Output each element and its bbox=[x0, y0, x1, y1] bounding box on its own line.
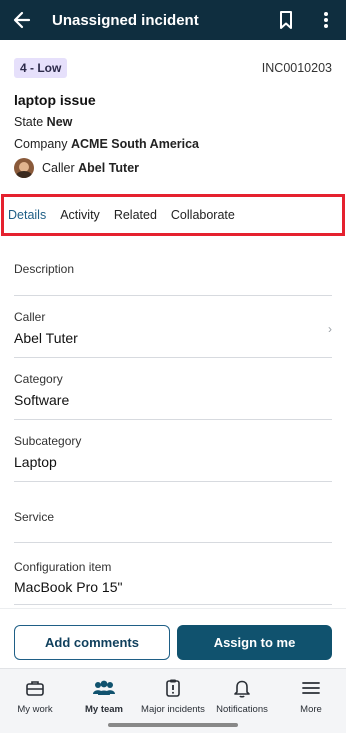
priority-badge: 4 - Low bbox=[14, 58, 68, 78]
caller-label: Caller bbox=[42, 161, 75, 175]
action-bar: Add comments Assign to me bbox=[0, 608, 346, 668]
nav-label: My work bbox=[17, 704, 53, 715]
caller-value: Abel Tuter bbox=[78, 161, 140, 175]
field-value: MacBook Pro 15" bbox=[14, 579, 123, 595]
field-label: Configuration item bbox=[14, 560, 112, 574]
chevron-right-icon: › bbox=[328, 322, 332, 336]
nav-more[interactable]: More bbox=[276, 677, 346, 715]
field-value: Software bbox=[14, 392, 70, 408]
incident-title: laptop issue bbox=[14, 92, 96, 108]
tab-collaborate[interactable]: Collaborate bbox=[167, 208, 239, 222]
field-label: Description bbox=[14, 262, 75, 276]
state-row: State New bbox=[14, 115, 72, 129]
overflow-menu-button[interactable] bbox=[306, 0, 346, 40]
field-value: Laptop bbox=[14, 454, 57, 470]
arrow-left-icon bbox=[13, 11, 31, 29]
avatar bbox=[14, 158, 34, 178]
nav-label: More bbox=[300, 704, 322, 715]
nav-major-incidents[interactable]: Major incidents bbox=[138, 677, 208, 715]
company-value: ACME South America bbox=[70, 137, 200, 151]
menu-icon bbox=[302, 682, 320, 694]
home-indicator bbox=[108, 723, 238, 727]
nav-label: My team bbox=[84, 704, 123, 715]
caller-row[interactable]: Caller Abel Tuter bbox=[14, 158, 139, 178]
field-subcategory[interactable]: Subcategory Laptop bbox=[14, 420, 332, 482]
tab-activity[interactable]: Activity bbox=[56, 208, 104, 222]
team-icon bbox=[93, 680, 115, 695]
incident-summary: 4 - Low INC0010203 laptop issue State Ne… bbox=[0, 40, 346, 192]
nav-notifications[interactable]: Notifications bbox=[207, 677, 277, 715]
bookmark-button[interactable] bbox=[266, 0, 306, 40]
field-service[interactable]: Service bbox=[14, 482, 332, 543]
tab-details[interactable]: Details bbox=[4, 208, 50, 222]
app-bar: Unassigned incident bbox=[0, 0, 346, 40]
add-comments-button[interactable]: Add comments bbox=[14, 625, 170, 660]
field-caller[interactable]: Caller Abel Tuter › bbox=[14, 296, 332, 358]
company-label: Company bbox=[14, 137, 68, 151]
field-label: Caller bbox=[14, 310, 46, 324]
field-label: Category bbox=[14, 372, 63, 386]
field-label: Service bbox=[14, 510, 55, 524]
briefcase-icon bbox=[26, 681, 44, 696]
nav-label: Notifications bbox=[216, 704, 268, 715]
state-value: New bbox=[46, 115, 73, 129]
field-label: Subcategory bbox=[14, 434, 82, 448]
tab-related[interactable]: Related bbox=[110, 208, 161, 222]
more-vertical-icon bbox=[324, 12, 328, 28]
state-label: State bbox=[14, 115, 44, 129]
nav-my-work[interactable]: My work bbox=[0, 677, 70, 715]
back-button[interactable] bbox=[0, 0, 44, 40]
field-category[interactable]: Category Software bbox=[14, 358, 332, 420]
tab-bar: Details Activity Related Collaborate bbox=[4, 200, 245, 230]
field-configuration-item[interactable]: Configuration item MacBook Pro 15" bbox=[14, 543, 332, 605]
field-description[interactable]: Description bbox=[14, 240, 332, 296]
field-value: Abel Tuter bbox=[14, 330, 78, 346]
company-row: Company ACME South America bbox=[14, 137, 199, 151]
bookmark-icon bbox=[280, 11, 292, 29]
nav-my-team[interactable]: My team bbox=[69, 677, 139, 715]
incident-number: INC0010203 bbox=[261, 61, 332, 75]
bell-icon bbox=[234, 680, 250, 698]
assign-to-me-button[interactable]: Assign to me bbox=[177, 625, 332, 660]
clipboard-alert-icon bbox=[166, 679, 180, 697]
nav-label: Major incidents bbox=[141, 704, 205, 715]
page-title: Unassigned incident bbox=[52, 11, 199, 29]
